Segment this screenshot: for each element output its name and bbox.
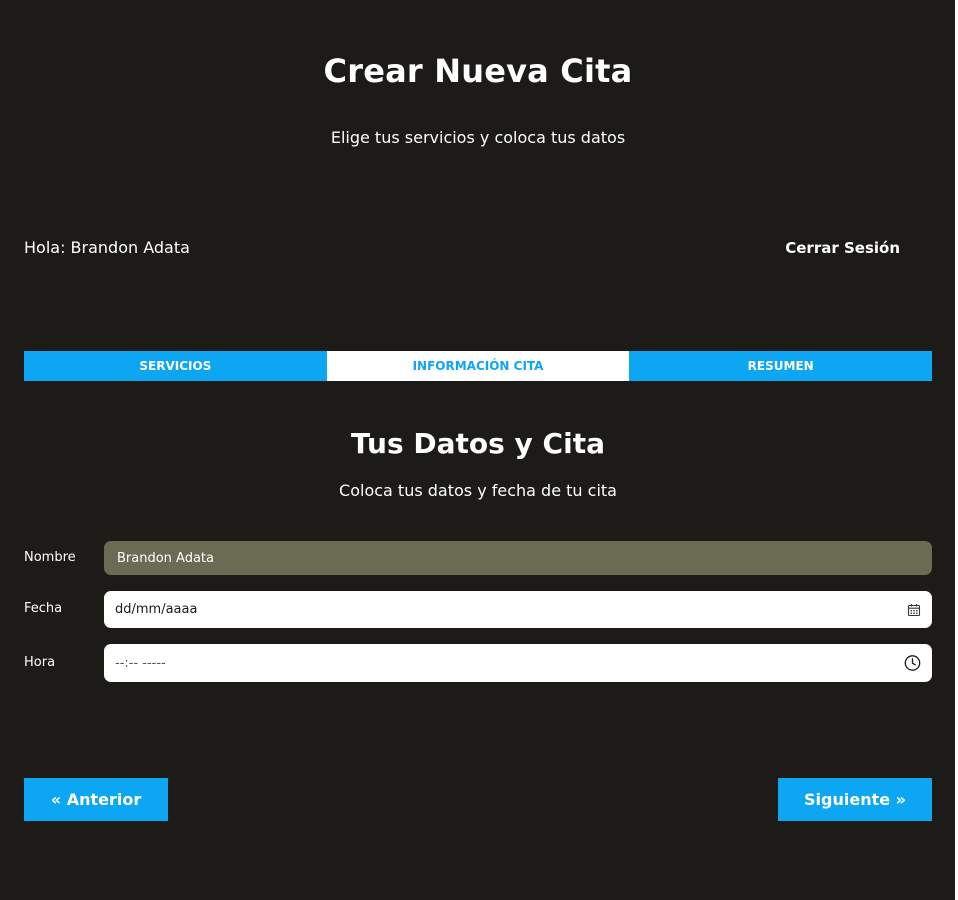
nombre-label: Nombre xyxy=(24,550,76,565)
hora-field[interactable]: --:-- ----- xyxy=(104,644,932,682)
section-title: Tus Datos y Cita xyxy=(351,427,605,460)
fecha-label: Fecha xyxy=(24,601,63,616)
tab-resumen[interactable]: RESUMEN xyxy=(629,351,933,381)
hora-placeholder: --:-- ----- xyxy=(115,655,166,671)
nombre-value: Brandon Adata xyxy=(117,550,214,566)
page-title: Crear Nueva Cita xyxy=(323,52,633,90)
calendar-icon[interactable] xyxy=(907,603,921,617)
hora-label: Hora xyxy=(24,655,56,670)
next-button[interactable]: Siguiente » xyxy=(778,778,932,821)
section-subtitle: Coloca tus datos y fecha de tu cita xyxy=(339,481,617,500)
tab-servicios[interactable]: SERVICIOS xyxy=(24,351,327,381)
fecha-field[interactable]: dd/mm/aaaa xyxy=(104,591,932,628)
tab-informacion-cita[interactable]: INFORMACIÓN CITA xyxy=(326,351,630,381)
nombre-field[interactable]: Brandon Adata xyxy=(104,541,932,575)
fecha-placeholder: dd/mm/aaaa xyxy=(115,602,198,617)
page-subtitle: Elige tus servicios y coloca tus datos xyxy=(330,128,626,147)
clock-icon[interactable] xyxy=(904,655,921,672)
logout-link[interactable]: Cerrar Sesión xyxy=(785,237,900,259)
user-greeting: Hola: Brandon Adata xyxy=(24,238,190,257)
step-tabs: SERVICIOS INFORMACIÓN CITA RESUMEN xyxy=(24,351,933,381)
previous-button[interactable]: « Anterior xyxy=(24,778,168,821)
